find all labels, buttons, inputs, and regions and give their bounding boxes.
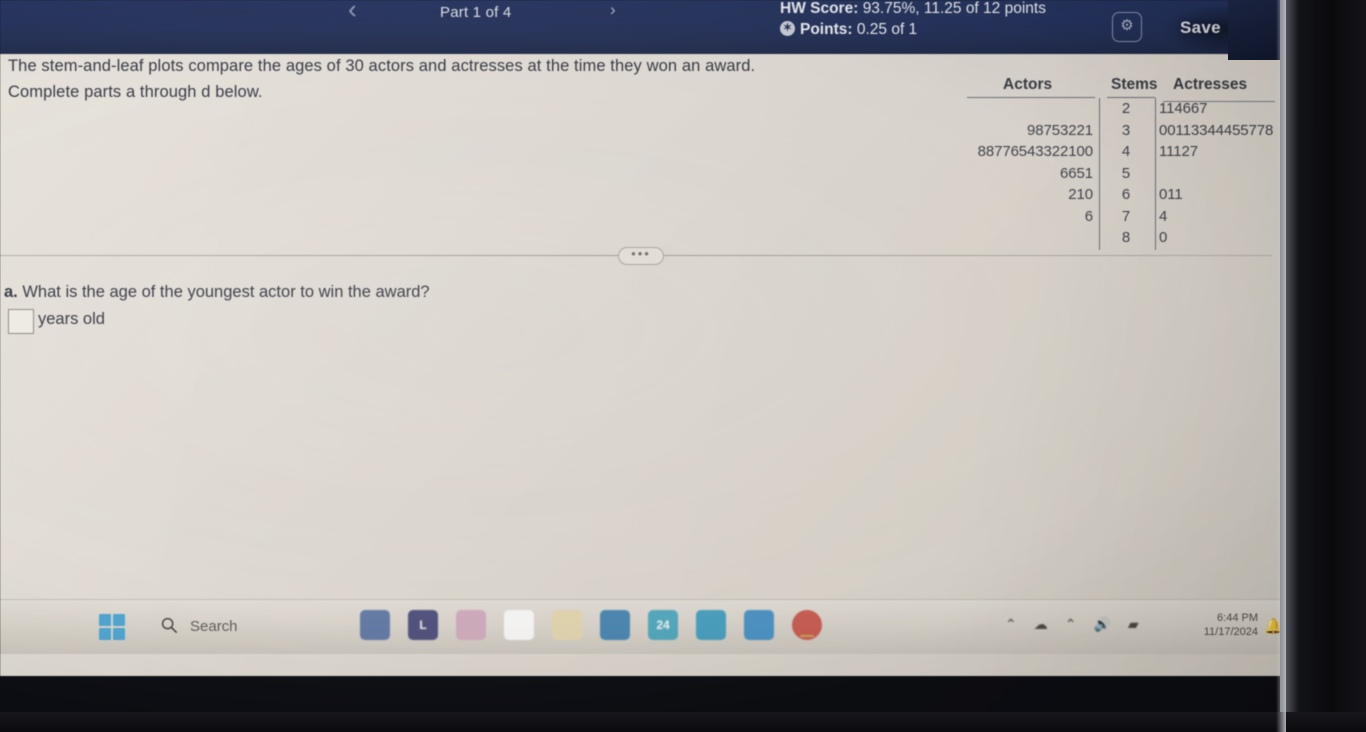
points-label: Points: bbox=[800, 21, 853, 38]
mail-icon[interactable]: 24 bbox=[648, 610, 678, 640]
points-status: Points: 0.25 of 1 bbox=[800, 21, 917, 39]
show-hidden-icons-icon[interactable]: ⌃ bbox=[1005, 616, 1017, 633]
actors-leaves: 210 bbox=[1068, 186, 1093, 203]
search-icon[interactable] bbox=[160, 616, 178, 634]
monitor-photo: ‹ Part 1 of 4 › HW Score: 93.75%, 11.25 … bbox=[0, 0, 1366, 732]
store-icon[interactable] bbox=[600, 610, 630, 640]
chrome-icon[interactable] bbox=[792, 610, 822, 640]
problem-statement-line2: Complete parts a through d below. bbox=[8, 83, 263, 101]
actresses-leaves: 11127 bbox=[1159, 143, 1198, 160]
actors-leaves: 6 bbox=[1084, 207, 1093, 225]
stem-leaf-row: 2 114667 bbox=[963, 100, 1275, 122]
actors-leaves: 6651 bbox=[1060, 164, 1093, 182]
active-app-indicator bbox=[800, 634, 814, 637]
search-input[interactable]: Search bbox=[190, 618, 238, 635]
stem-value: 2 bbox=[1121, 100, 1131, 117]
actresses-leaves: 114667 bbox=[1159, 100, 1208, 117]
edge-dev-icon[interactable] bbox=[360, 610, 390, 640]
clock-time: 6:44 PM bbox=[1217, 612, 1258, 624]
start-tile-1 bbox=[99, 614, 111, 626]
rule-actors bbox=[967, 97, 1095, 98]
points-badge-icon: ✶ bbox=[780, 21, 795, 36]
chevron-right-icon[interactable]: › bbox=[610, 0, 616, 20]
windows-start-icon[interactable] bbox=[99, 614, 125, 640]
system-tray: ⌃ ☁ ⌃ 🔊 ▰ bbox=[1005, 616, 1139, 633]
stem-value: 5 bbox=[1121, 164, 1131, 182]
save-button[interactable]: Save bbox=[1180, 18, 1221, 38]
monitor-bezel-bottom bbox=[0, 712, 1366, 732]
stem-value: 4 bbox=[1121, 143, 1131, 160]
stem-value: 7 bbox=[1121, 207, 1131, 225]
taskbar-clock[interactable]: 6:44 PM 11/17/2024 bbox=[1196, 611, 1258, 639]
start-tile-3 bbox=[99, 628, 111, 640]
actresses-leaves: 0 bbox=[1159, 229, 1168, 246]
stem-leaf-row: 6651 5 bbox=[963, 165, 1275, 187]
stem-leaf-header-row: Actors Stems Actresses bbox=[963, 76, 1275, 98]
answer-input[interactable] bbox=[8, 309, 34, 334]
problem-header: ‹ Part 1 of 4 › HW Score: 93.75%, 11.25 … bbox=[0, 0, 1286, 54]
hw-score-value: 93.75%, 11.25 of 12 points bbox=[862, 0, 1046, 17]
windows-taskbar: Search L T 24 ⌃ ☁ ⌃ 🔊 ▰ 6:44 PM 11/17/2024 🔔 bbox=[0, 599, 1286, 654]
notepad-icon[interactable] bbox=[552, 610, 582, 640]
start-tile-4 bbox=[113, 628, 125, 640]
volume-icon[interactable]: 🔊 bbox=[1093, 616, 1110, 633]
start-tile-2 bbox=[113, 614, 125, 626]
part-indicator: Part 1 of 4 bbox=[440, 4, 512, 21]
stem-value: 8 bbox=[1121, 229, 1131, 246]
actresses-leaves: 011 bbox=[1159, 186, 1183, 203]
stem-value: 3 bbox=[1121, 121, 1131, 139]
stem-leaf-row: 88776543322100 4 11127 bbox=[963, 143, 1275, 165]
stem-leaf-row: 80 bbox=[963, 229, 1275, 251]
column-header-actors: Actors bbox=[1003, 76, 1053, 93]
wifi-icon[interactable]: ⌃ bbox=[1065, 616, 1077, 633]
monitor-bezel-right bbox=[1280, 0, 1366, 732]
stem-leaf-rows: 2 114667 98753221 3 00113344455778 8877654332… bbox=[963, 100, 1275, 251]
stem-value: 6 bbox=[1121, 186, 1131, 203]
gear-icon[interactable]: ⚙ bbox=[1112, 12, 1142, 42]
actresses-leaves: 4 bbox=[1159, 207, 1168, 225]
screen-edge-top-right bbox=[1228, 0, 1280, 60]
taskbar-app-list: L T 24 bbox=[360, 610, 822, 640]
column-header-stems: Stems bbox=[1111, 76, 1158, 93]
onedrive-icon[interactable]: ☁ bbox=[1034, 616, 1048, 633]
actors-leaves: 98753221 bbox=[1027, 121, 1093, 139]
monitor-bezel-sheen bbox=[1276, 0, 1286, 732]
stem-leaf-row: 210 6 011 bbox=[963, 186, 1275, 208]
actresses-leaves: 00113344455778 bbox=[1159, 121, 1274, 139]
teams-icon[interactable]: T bbox=[504, 610, 534, 640]
column-header-actresses: Actresses bbox=[1173, 76, 1248, 93]
clock-date: 11/17/2024 bbox=[1203, 626, 1258, 638]
hw-score-label: HW Score: bbox=[780, 0, 859, 17]
hw-score: HW Score: 93.75%, 11.25 of 12 points bbox=[780, 0, 1046, 18]
edge-icon[interactable] bbox=[744, 610, 774, 640]
problem-statement-line1: The stem-and-leaf plots compare the ages… bbox=[8, 57, 756, 75]
paint-icon[interactable] bbox=[456, 610, 486, 640]
outlook-icon[interactable] bbox=[696, 610, 726, 640]
stem-leaf-row: 6 7 4 bbox=[963, 208, 1275, 230]
part-a-text: What is the age of the youngest actor to… bbox=[22, 283, 430, 301]
part-a-prefix: a. bbox=[4, 283, 18, 301]
chevron-left-icon[interactable]: ‹ bbox=[347, 0, 357, 25]
stem-leaf-row: 98753221 3 00113344455778 bbox=[963, 122, 1275, 144]
battery-icon[interactable]: ▰ bbox=[1128, 616, 1139, 633]
answer-unit-label: years old bbox=[38, 310, 105, 328]
part-a-question: a. What is the age of the youngest actor… bbox=[4, 283, 430, 302]
points-value: 0.25 of 1 bbox=[856, 21, 918, 38]
more-options-button[interactable]: ••• bbox=[618, 247, 664, 265]
file-explorer-icon[interactable]: L bbox=[408, 610, 438, 640]
actors-leaves: 88776543322100 bbox=[977, 143, 1094, 160]
rule-stems bbox=[1107, 97, 1155, 98]
browser-page: ‹ Part 1 of 4 › HW Score: 93.75%, 11.25 … bbox=[0, 0, 1286, 676]
stem-and-leaf-plot: Actors Stems Actresses 2 114667 98753221 3 0… bbox=[963, 76, 1275, 250]
